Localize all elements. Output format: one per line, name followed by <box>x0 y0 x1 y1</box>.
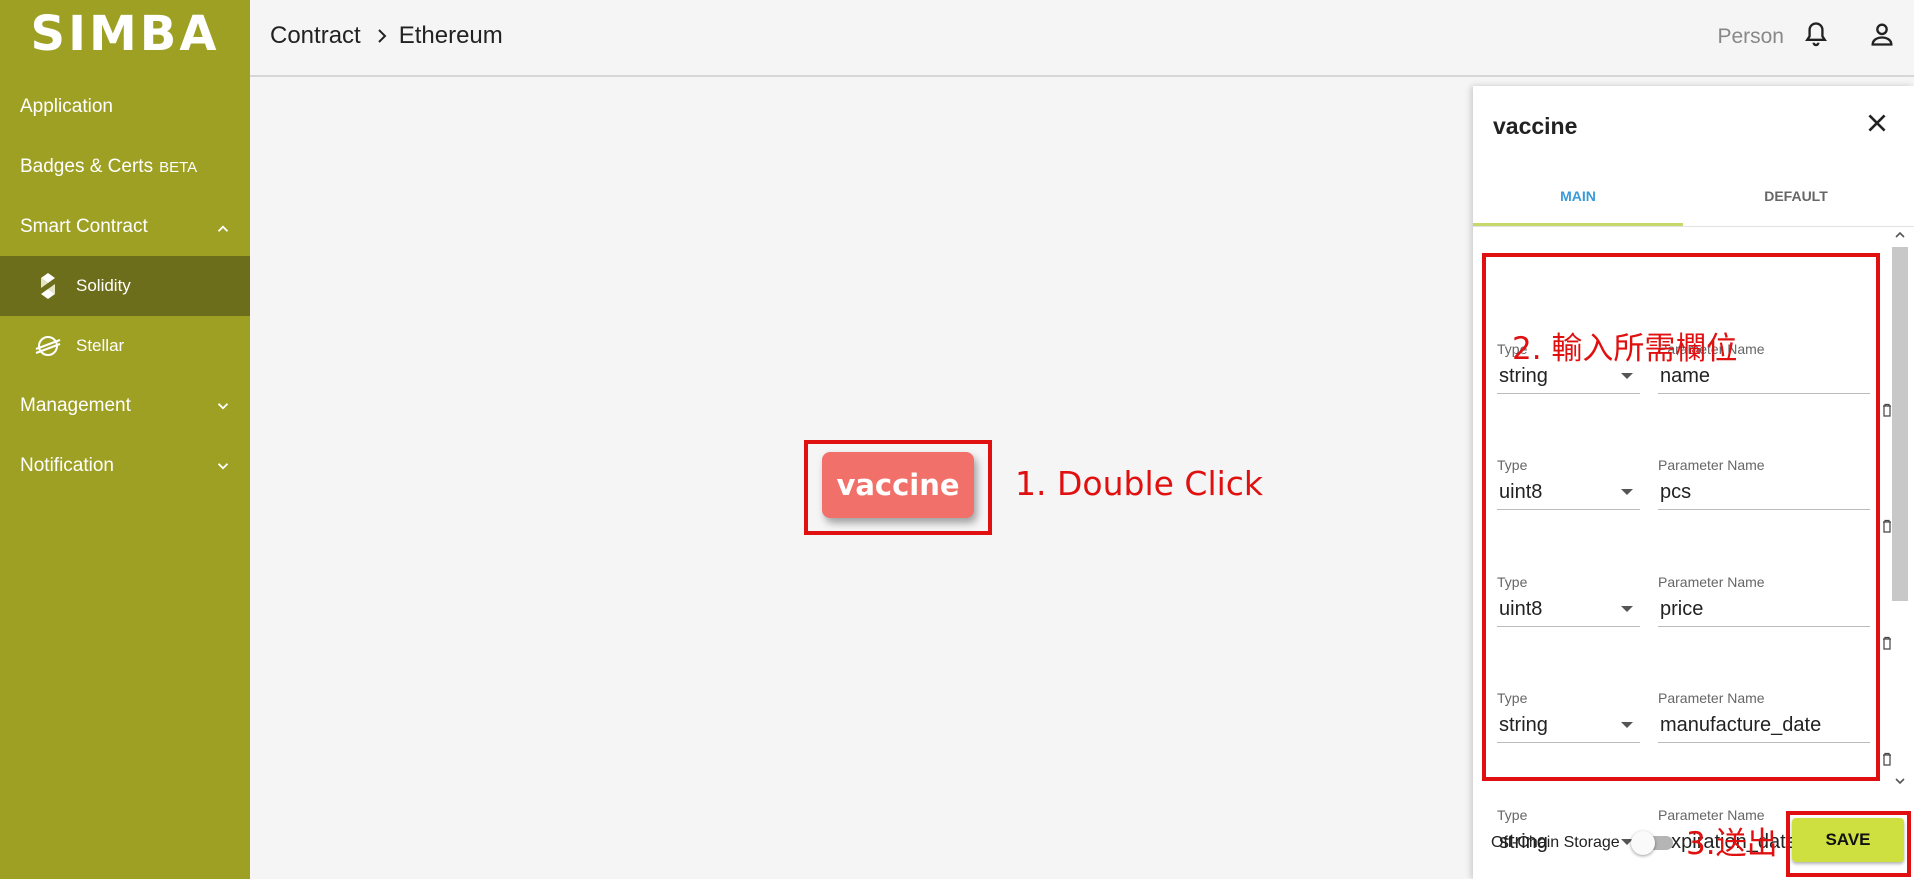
sidebar-item-label: Notification <box>20 455 114 476</box>
param-name-input[interactable]: price <box>1660 598 1703 621</box>
delete-icon[interactable] <box>1882 403 1892 417</box>
dropdown-caret-icon[interactable] <box>1621 489 1633 495</box>
annotation-step-3: 3.送出 <box>1686 826 1778 862</box>
stellar-icon <box>34 332 62 360</box>
sidebar-item-label: Management <box>20 395 131 416</box>
sidebar-item-label: Badges & Certs <box>20 156 154 177</box>
dropdown-caret-icon[interactable] <box>1621 373 1633 379</box>
delete-icon[interactable] <box>1882 636 1892 650</box>
param-name-input[interactable]: name <box>1660 365 1710 388</box>
beta-badge: BETA <box>159 158 198 176</box>
sidebar: SIMBA Application Badges & Certs BETA Sm… <box>0 0 250 879</box>
chevron-right-icon <box>377 29 387 43</box>
breadcrumb: Contract Ethereum <box>270 22 503 50</box>
scrollbar-thumb[interactable] <box>1892 247 1908 601</box>
param-name-label: Parameter Name <box>1658 457 1765 473</box>
sidebar-item-label: Stellar <box>76 336 125 355</box>
type-label: Type <box>1497 690 1528 706</box>
annotation-step-2: 2. 輸入所需欄位 <box>1512 331 1738 367</box>
user-name[interactable]: Person <box>1717 25 1784 49</box>
tab-main[interactable]: MAIN <box>1473 188 1683 204</box>
sidebar-item-stellar[interactable]: Stellar <box>0 316 250 376</box>
delete-icon[interactable] <box>1882 519 1892 533</box>
sidebar-item-label: Solidity <box>76 276 131 295</box>
scroll-down-icon[interactable] <box>1894 775 1906 787</box>
type-select[interactable]: string <box>1499 365 1548 388</box>
param-row: Type Parameter Name uint8 price <box>1497 574 1891 664</box>
top-header: Contract Ethereum Person <box>250 0 1914 77</box>
type-select[interactable]: string <box>1499 714 1548 737</box>
sidebar-item-badges-certs[interactable]: Badges & Certs BETA <box>20 156 232 178</box>
type-label: Type <box>1497 457 1528 473</box>
type-label: Type <box>1497 807 1528 823</box>
properties-panel: vaccine MAIN DEFAULT Type Parameter Name… <box>1473 86 1914 879</box>
chevron-down-icon <box>217 403 229 410</box>
bell-icon[interactable] <box>1802 20 1830 48</box>
tab-default[interactable]: DEFAULT <box>1691 188 1901 204</box>
chevron-down-icon <box>217 463 229 470</box>
param-name-label: Parameter Name <box>1658 574 1765 590</box>
contract-node[interactable]: vaccine <box>822 452 974 518</box>
save-button[interactable]: SAVE <box>1792 818 1904 862</box>
dropdown-caret-icon[interactable] <box>1621 606 1633 612</box>
offchain-storage-label: Off-Chain Storage <box>1491 834 1620 851</box>
sidebar-item-smart-contract[interactable]: Smart Contract <box>20 216 232 238</box>
param-name-input[interactable]: pcs <box>1660 481 1691 504</box>
type-select[interactable]: uint8 <box>1499 598 1542 621</box>
sidebar-item-management[interactable]: Management <box>20 395 232 417</box>
breadcrumb-item-ethereum[interactable]: Ethereum <box>399 22 503 50</box>
sidebar-item-notification[interactable]: Notification <box>20 455 232 477</box>
offchain-storage-toggle[interactable] <box>1631 829 1677 855</box>
param-name-label: Parameter Name <box>1658 690 1765 706</box>
app-logo: SIMBA <box>30 6 220 62</box>
sidebar-item-application[interactable]: Application <box>20 96 232 118</box>
panel-title: vaccine <box>1493 113 1578 139</box>
type-label: Type <box>1497 574 1528 590</box>
dropdown-caret-icon[interactable] <box>1621 722 1633 728</box>
param-row: Type Parameter Name uint8 pcs <box>1497 457 1891 547</box>
type-select[interactable]: uint8 <box>1499 481 1542 504</box>
param-name-input[interactable]: manufacture_date <box>1660 714 1821 737</box>
solidity-icon <box>34 272 62 300</box>
param-row: Type Parameter Name string manufacture_d… <box>1497 690 1891 780</box>
breadcrumb-item-contract[interactable]: Contract <box>270 22 361 50</box>
sidebar-item-label: Smart Contract <box>20 216 148 237</box>
sidebar-item-label: Application <box>20 96 113 117</box>
sidebar-item-solidity[interactable]: Solidity <box>0 256 250 316</box>
close-icon[interactable] <box>1864 110 1890 136</box>
account-icon[interactable] <box>1868 20 1896 48</box>
annotation-step-1: 1. Double Click <box>1015 464 1264 503</box>
delete-icon[interactable] <box>1882 752 1892 766</box>
scroll-up-icon[interactable] <box>1894 229 1906 241</box>
chevron-up-icon <box>217 225 229 232</box>
